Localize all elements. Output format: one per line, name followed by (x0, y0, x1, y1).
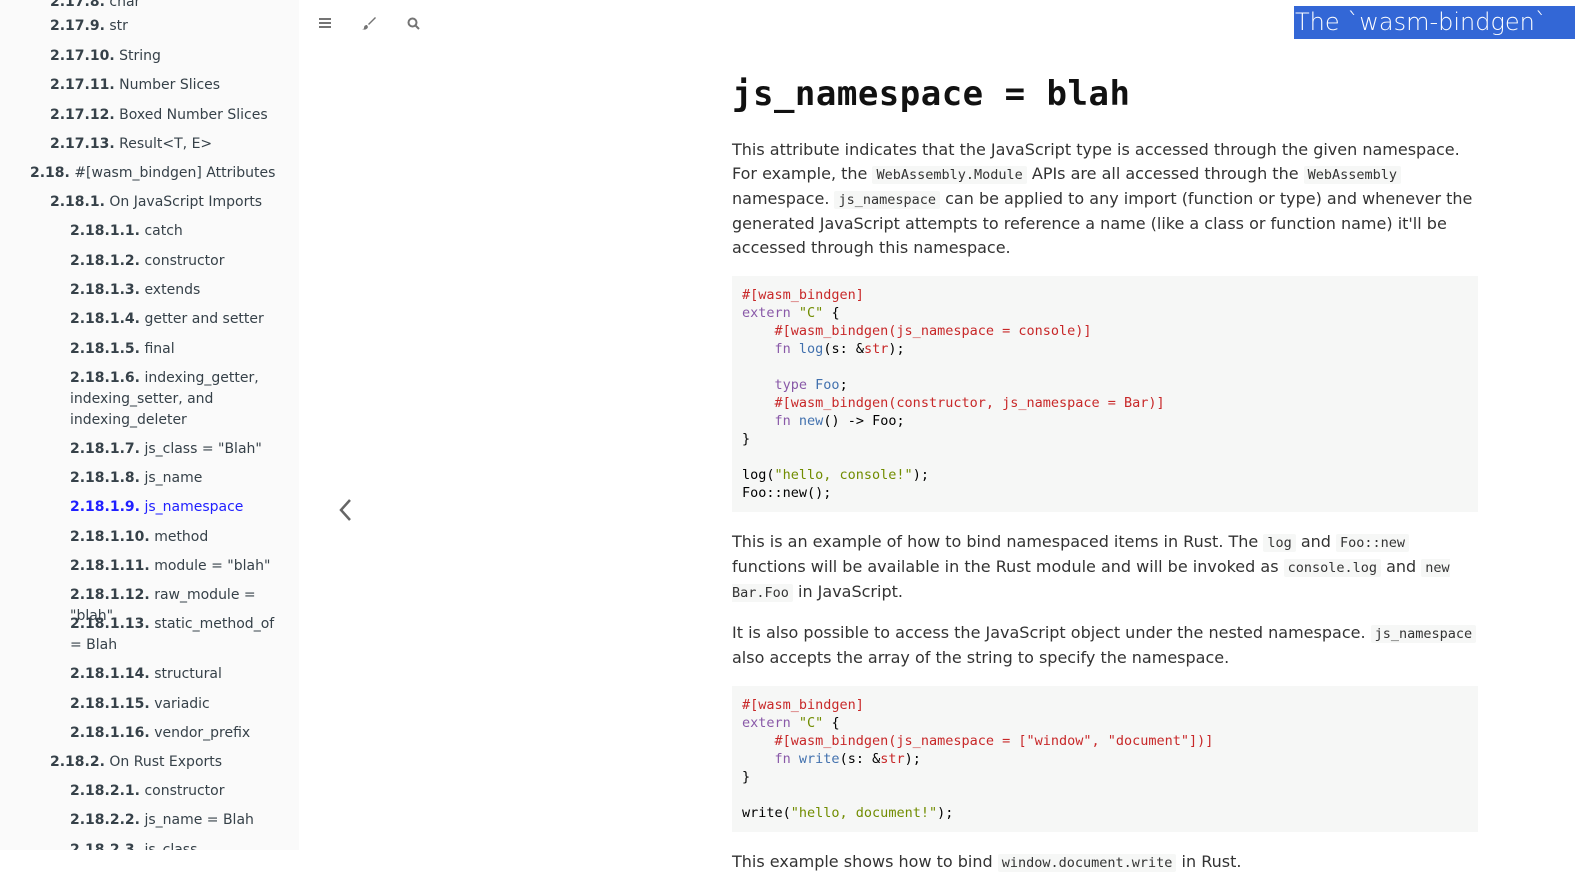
toc-item[interactable]: 2.18.2.3. js_class (70, 840, 275, 850)
theme-button[interactable] (355, 10, 383, 36)
toc-item[interactable]: 2.17.13. Result<T, E> (50, 134, 285, 155)
main-content: js_namespace = blah This attribute indic… (732, 60, 1478, 891)
toc-item[interactable]: 2.17.11. Number Slices (50, 75, 285, 96)
toc-label: js_name (144, 470, 203, 486)
toc-item[interactable]: 2.17.8. char (50, 0, 285, 13)
toc-label: Result<T, E> (119, 136, 213, 152)
paintbrush-icon (362, 17, 376, 30)
toc-item[interactable]: 2.18.1.2. constructor (70, 251, 275, 272)
inline-code: console.log (1283, 559, 1382, 577)
toc-item[interactable]: 2.18.1.6. indexing_getter, indexing_sett… (70, 368, 275, 431)
inline-code: js_namespace (1370, 625, 1477, 643)
toc-item[interactable]: 2.18.1.14. structural (70, 664, 275, 685)
toc-label: js_class (144, 842, 198, 850)
toc-label: Number Slices (119, 77, 221, 93)
toc-label: method (154, 529, 209, 545)
toc-label: On Rust Exports (109, 754, 223, 770)
toc-label: On JavaScript Imports (109, 194, 263, 210)
toc-item[interactable]: 2.18.1.8. js_name (70, 468, 275, 489)
code-block: #[wasm_bindgen] extern "C" { #[wasm_bind… (732, 686, 1478, 832)
toc-label: js_class = "Blah" (144, 441, 262, 457)
toc-label: str (109, 18, 128, 34)
toc-label: module = "blah" (154, 558, 271, 574)
inline-code: window.document.write (997, 854, 1177, 872)
previous-chapter-button[interactable] (330, 490, 360, 530)
toc-item[interactable]: 2.18.1.16. vendor_prefix (70, 723, 275, 744)
hamburger-icon (319, 18, 331, 28)
toc-label: extends (144, 282, 201, 298)
inline-code: Foo::new (1336, 534, 1410, 552)
toc-label: structural (154, 666, 222, 682)
toc-label: js_namespace (144, 499, 244, 515)
toc-label: js_name = Blah (144, 812, 254, 828)
sidebar: 2.17.8. char 2.17.9. str 2.17.10. String… (0, 0, 299, 850)
toc-item[interactable]: 2.18.1.11. module = "blah" (70, 556, 275, 577)
toc-label: vendor_prefix (154, 725, 251, 741)
toc-item[interactable]: 2.17.10. String (50, 46, 285, 67)
paragraph: This example shows how to bind window.do… (732, 852, 1242, 872)
toc-label: getter and setter (144, 311, 264, 327)
page-title: js_namespace = blah (732, 74, 1131, 114)
inline-code: js_namespace (834, 191, 941, 209)
search-button[interactable] (399, 10, 427, 36)
toc-item[interactable]: 2.18.1.3. extends (70, 280, 275, 301)
toc-item[interactable]: 2.17.9. str (50, 16, 285, 37)
toc-item[interactable]: 2.18.2.2. js_name = Blah (70, 810, 275, 831)
toc-label: variadic (154, 696, 210, 712)
menu-bar: The `wasm-bindgen` Guide (299, 0, 1575, 69)
inline-code: WebAssembly (1303, 166, 1402, 184)
toc-item-active[interactable]: 2.18.1.9. js_namespace (70, 497, 275, 518)
toc-item[interactable]: 2.18.2. On Rust Exports (50, 752, 285, 773)
toc-label: constructor (144, 253, 225, 269)
paragraph: This attribute indicates that the JavaSc… (732, 140, 1473, 257)
book-title: The `wasm-bindgen` Guide (1294, 6, 1575, 69)
sidebar-toggle-button[interactable] (311, 10, 339, 36)
inline-code: WebAssembly.Module (872, 166, 1027, 184)
chevron-left-icon (339, 499, 351, 521)
toc-label: char (109, 0, 141, 10)
toc-item[interactable]: 2.18.1.10. method (70, 527, 275, 548)
code-block: #[wasm_bindgen] extern "C" { #[wasm_bind… (732, 276, 1478, 512)
toc-item[interactable]: 2.18.1. On JavaScript Imports (50, 192, 285, 213)
toc-item[interactable]: 2.17.12. Boxed Number Slices (50, 105, 285, 126)
paragraph: It is also possible to access the JavaSc… (732, 621, 1478, 670)
paragraph: This is an example of how to bind namesp… (732, 532, 1450, 602)
toc-label: Boxed Number Slices (119, 107, 268, 123)
toc-item[interactable]: 2.18.1.4. getter and setter (70, 309, 275, 330)
toc-label: String (119, 48, 161, 64)
toc-item[interactable]: 2.18.1.5. final (70, 339, 275, 360)
toc-label: catch (144, 223, 183, 239)
toc-item[interactable]: 2.18.1.1. catch (70, 221, 275, 242)
toc-item[interactable]: 2.18.1.7. js_class = "Blah" (70, 439, 275, 460)
toc-item[interactable]: 2.18.2.1. constructor (70, 781, 275, 802)
toc-label: final (144, 341, 175, 357)
toc-item[interactable]: 2.18.1.15. variadic (70, 694, 275, 715)
toc-item[interactable]: 2.18.1.13. static_method_of = Blah (70, 614, 275, 656)
search-icon (407, 17, 420, 30)
toc-item[interactable]: 2.18. #[wasm_bindgen] Attributes (30, 163, 290, 184)
toc-label: constructor (144, 783, 225, 799)
inline-code: log (1263, 534, 1296, 552)
toc-label: #[wasm_bindgen] Attributes (74, 165, 276, 181)
